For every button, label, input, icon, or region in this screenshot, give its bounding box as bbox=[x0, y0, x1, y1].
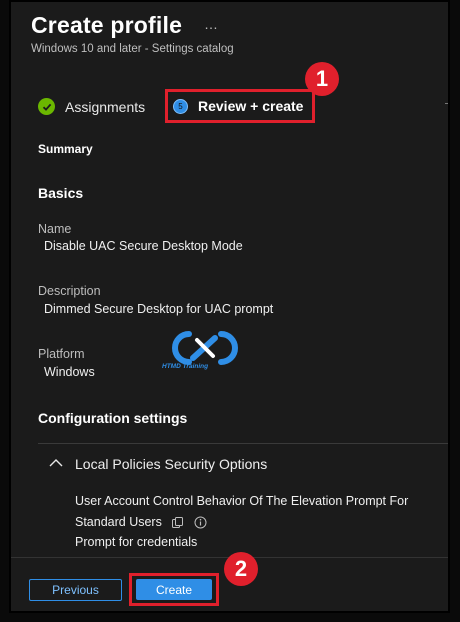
previous-button[interactable]: Previous bbox=[29, 579, 122, 601]
annotation-badge-2: 2 bbox=[224, 552, 258, 586]
chevron-up-icon[interactable] bbox=[49, 458, 63, 468]
tab-assignments-label: Assignments bbox=[65, 98, 146, 115]
watermark-caption: HTMD Training bbox=[162, 363, 209, 370]
wizard-footer: Previous Create 2 bbox=[11, 552, 448, 611]
page-title: Create profile bbox=[31, 12, 183, 38]
setting-value: Prompt for credentials bbox=[75, 535, 198, 549]
configuration-settings-heading: Configuration settings bbox=[38, 410, 188, 426]
description-value: Dimmed Secure Desktop for UAC prompt bbox=[44, 302, 274, 316]
more-options-icon[interactable]: … bbox=[204, 16, 219, 32]
summary-heading: Summary bbox=[38, 142, 93, 156]
copy-icon[interactable] bbox=[171, 516, 184, 529]
annotation-badge-1: 1 bbox=[305, 62, 339, 96]
setting-name: User Account Control Behavior Of The Ele… bbox=[75, 491, 435, 533]
create-button[interactable]: Create bbox=[136, 579, 212, 600]
name-value: Disable UAC Secure Desktop Mode bbox=[44, 239, 243, 253]
highlight-box-create: Create bbox=[129, 573, 219, 606]
name-label: Name bbox=[38, 222, 72, 236]
page-subtitle: Windows 10 and later - Settings catalog bbox=[31, 43, 234, 55]
section-divider bbox=[38, 443, 448, 444]
setting-name-text: User Account Control Behavior Of The Ele… bbox=[75, 494, 409, 529]
basics-heading: Basics bbox=[38, 185, 84, 201]
platform-value: Windows bbox=[44, 365, 95, 379]
tab-assignments[interactable]: Assignments bbox=[38, 98, 145, 115]
checkmark-icon bbox=[38, 98, 55, 115]
platform-label: Platform bbox=[38, 347, 85, 361]
scroll-marker bbox=[445, 103, 448, 104]
description-label: Description bbox=[38, 284, 101, 298]
info-icon[interactable] bbox=[194, 516, 207, 529]
highlight-box-review bbox=[165, 89, 315, 123]
create-profile-panel: Create profile … Windows 10 and later - … bbox=[9, 0, 450, 613]
policy-group-title[interactable]: Local Policies Security Options bbox=[75, 456, 267, 472]
